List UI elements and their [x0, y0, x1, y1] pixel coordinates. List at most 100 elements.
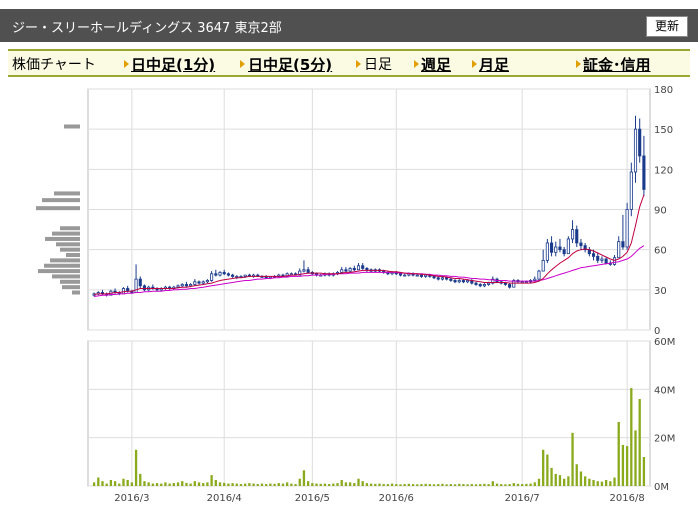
volume-bar	[172, 483, 175, 486]
candle-body	[361, 265, 365, 269]
volume-bar	[521, 484, 524, 486]
volume-bar	[197, 482, 201, 486]
volume-bar	[139, 473, 142, 486]
volume-bar	[256, 484, 259, 486]
candle-body	[403, 274, 407, 277]
volume-bar	[235, 483, 238, 486]
volume-bar	[554, 473, 557, 486]
volume-profile-bar	[50, 258, 80, 263]
volume-profile-bar	[45, 236, 80, 241]
volume-bar	[533, 482, 536, 486]
candle-body	[612, 257, 617, 265]
volume-profile-bar	[52, 231, 80, 236]
candle-body	[197, 281, 201, 284]
candle-body	[189, 284, 193, 287]
volume-bar	[479, 484, 482, 486]
candle-body	[340, 269, 344, 273]
volume-bar	[206, 482, 209, 486]
volume-bar	[445, 484, 448, 486]
volume-bar	[344, 482, 348, 486]
volume-profile-bar	[54, 191, 80, 196]
volume-bar	[286, 482, 289, 486]
candle-body	[142, 285, 147, 291]
volume-bar	[508, 484, 511, 486]
price-tick-label: 0	[654, 326, 660, 337]
candle-body	[642, 155, 646, 190]
candle-body	[550, 242, 554, 253]
volume-bar	[323, 483, 327, 486]
volume-bar	[147, 482, 150, 486]
volume-bar	[193, 481, 196, 486]
volume-bar	[101, 481, 104, 486]
volume-bar	[361, 481, 364, 486]
volume-bar	[504, 484, 507, 486]
volume-bar	[634, 430, 637, 486]
volume-bar	[214, 479, 217, 486]
volume-bar	[609, 481, 612, 486]
candle-body	[440, 277, 445, 280]
candle-body	[449, 278, 453, 281]
volume-bar	[130, 482, 134, 486]
price-tick-label: 30	[654, 286, 667, 297]
volume-bar	[416, 484, 419, 486]
volume-bar	[558, 475, 562, 486]
candle-body	[545, 242, 549, 261]
price-tick-label: 60	[654, 246, 667, 257]
x-tick-label: 2016/4	[207, 493, 242, 504]
volume-bar	[596, 481, 599, 486]
volume-bar	[327, 484, 331, 486]
x-tick-label: 2016/6	[379, 493, 414, 504]
volume-bar	[432, 484, 436, 486]
candle-body	[210, 273, 214, 281]
candle-body	[352, 268, 356, 271]
volume-profile	[36, 124, 80, 295]
volume-bar	[231, 483, 234, 486]
candle-body	[600, 258, 604, 261]
candle-body	[415, 274, 419, 277]
volume-bar	[437, 484, 440, 486]
volume-profile-bar	[36, 206, 80, 211]
volume-bar	[336, 483, 339, 486]
volume-bar	[466, 484, 469, 486]
volume-bar	[202, 483, 205, 486]
volume-bar	[143, 481, 146, 486]
volume-profile-bar	[56, 242, 80, 247]
volume-bar	[563, 478, 566, 486]
volume-tick-label: 0M	[654, 482, 669, 493]
candle-body	[344, 269, 348, 272]
volume-bar	[227, 483, 230, 486]
volume-bar	[487, 484, 490, 486]
volume-bar	[168, 483, 171, 486]
candle-body	[554, 246, 558, 253]
volume-bar	[525, 483, 528, 486]
candle-body	[508, 284, 512, 288]
volume-bar	[244, 483, 247, 486]
candle-body	[231, 274, 235, 277]
volume-bar	[365, 483, 369, 486]
volume-bar	[399, 484, 402, 486]
candle-body	[570, 229, 575, 240]
candle-body	[466, 280, 470, 283]
candle-body	[579, 242, 583, 247]
volume-bar	[109, 479, 113, 486]
volume-bar	[470, 484, 473, 486]
candle-body	[566, 238, 570, 255]
candle-body	[482, 284, 486, 287]
volume-bar	[155, 483, 159, 486]
candle-body	[214, 273, 218, 276]
volume-bar	[546, 454, 549, 486]
volume-bar	[332, 483, 335, 486]
candle-body	[461, 280, 465, 283]
volume-bar	[357, 478, 360, 486]
volume-bar	[428, 484, 432, 486]
volume-bar	[160, 483, 163, 486]
candle-body	[176, 285, 180, 288]
candle-body	[591, 253, 596, 257]
volume-profile-bar	[72, 290, 80, 295]
volume-bar	[474, 484, 478, 486]
candle-body	[180, 284, 184, 287]
volume-bar	[302, 470, 306, 486]
volume-tick-label: 20M	[654, 434, 675, 445]
candle-body	[306, 269, 310, 273]
volume-profile-bar	[66, 253, 80, 258]
